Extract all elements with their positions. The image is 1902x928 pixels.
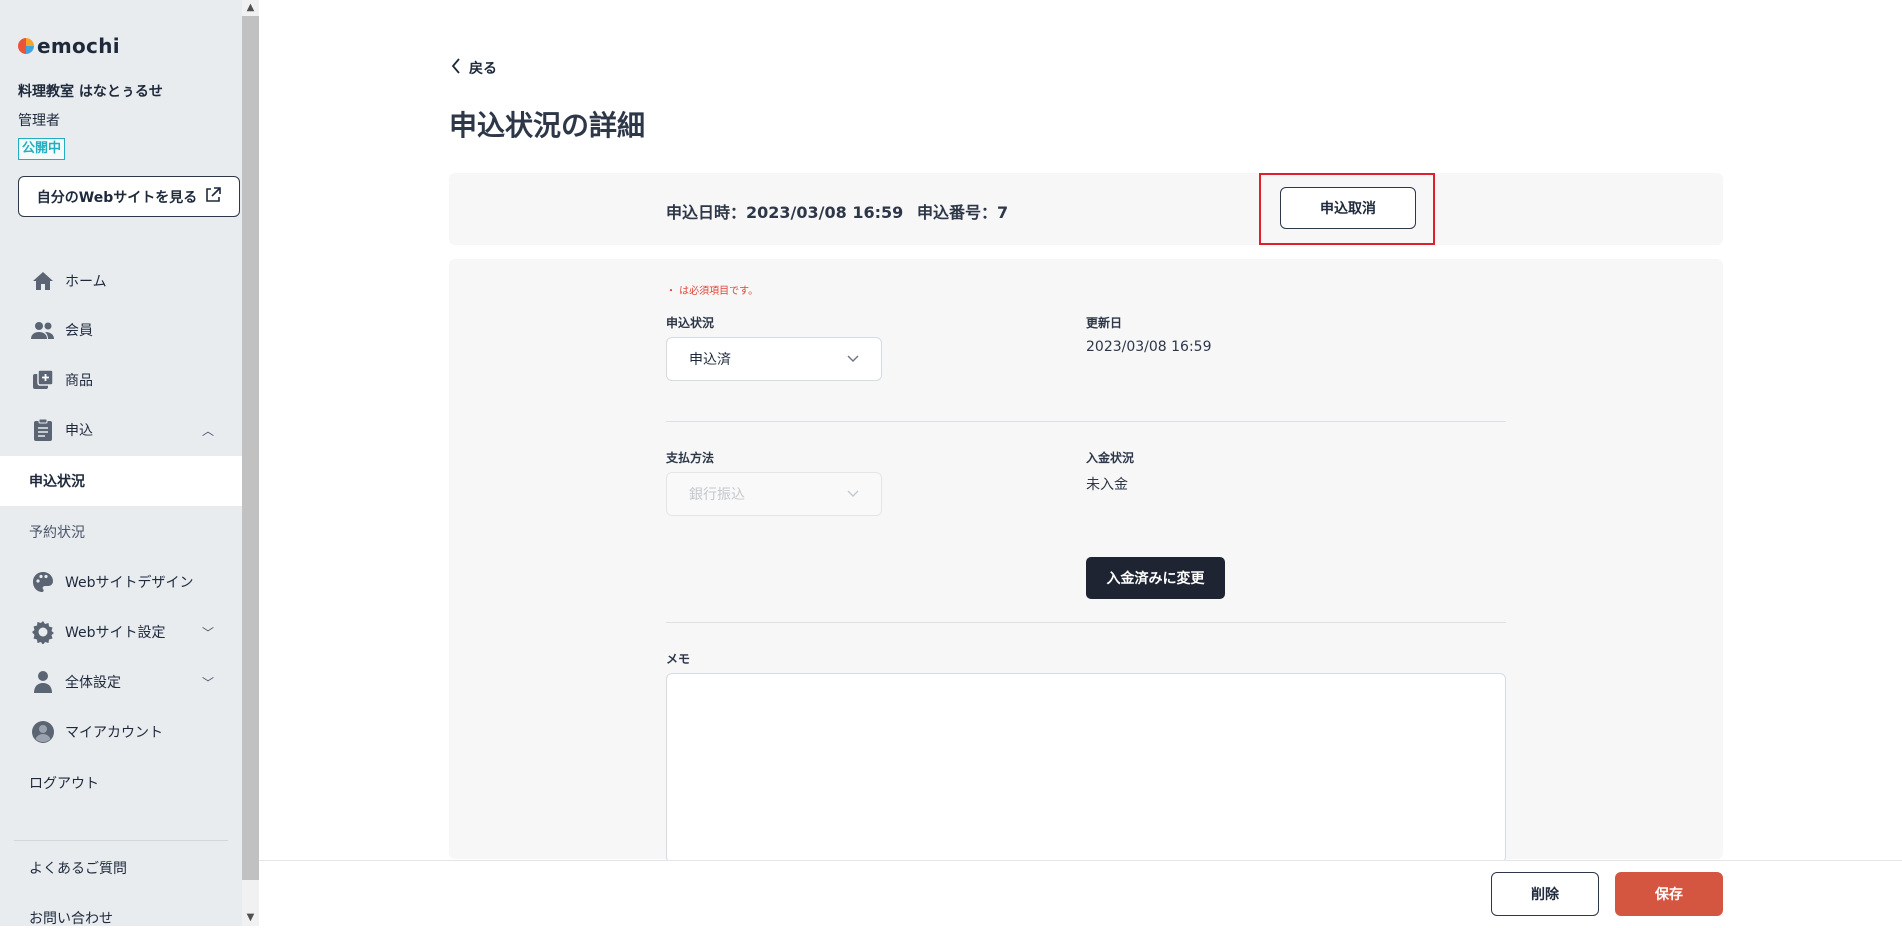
- sidebar-item-label: マイアカウント: [65, 725, 163, 741]
- sidebar-item-application-status[interactable]: 申込状況: [0, 456, 242, 506]
- chevron-down-icon: [847, 352, 859, 366]
- chevron-down-icon: ﹀: [201, 625, 214, 640]
- sidebar-item-label: 会員: [65, 323, 93, 339]
- sidebar-item-website-settings[interactable]: Webサイト設定 ﹀: [0, 610, 242, 654]
- members-icon: [31, 318, 55, 342]
- sidebar-divider: [14, 840, 228, 841]
- chevron-down-icon: ﹀: [201, 675, 214, 690]
- back-link[interactable]: 戻る: [451, 58, 497, 78]
- sidebar-item-label: 予約状況: [29, 525, 85, 541]
- logo-mark-icon: [18, 38, 34, 54]
- school-name: 料理教室 はなとぅるせ: [18, 84, 163, 100]
- sidebar-item-label: 全体設定: [65, 675, 121, 691]
- page-title: 申込状況の詳細: [449, 109, 646, 142]
- memo-label: メモ: [666, 652, 691, 666]
- view-website-button[interactable]: 自分のWebサイトを見る: [18, 176, 240, 217]
- sidebar: emochi 料理教室 はなとぅるせ 管理者 公開中 自分のWebサイトを見る …: [0, 0, 242, 928]
- faq-link[interactable]: よくあるご質問: [29, 858, 127, 878]
- sidebar-scrollbar[interactable]: ▲ ▼: [242, 0, 259, 926]
- sidebar-item-website-design[interactable]: Webサイトデザイン: [0, 560, 242, 604]
- application-date: 申込日時：2023/03/08 16:59: [666, 203, 904, 222]
- chevron-down-icon: [847, 487, 859, 501]
- sidebar-item-label: 申込状況: [29, 474, 85, 490]
- sidebar-item-label: Webサイト設定: [65, 625, 166, 641]
- user-role: 管理者: [18, 113, 60, 129]
- scrollbar-thumb[interactable]: [242, 16, 259, 880]
- home-icon: [31, 269, 55, 293]
- palette-icon: [31, 570, 55, 594]
- sidebar-item-general-settings[interactable]: 全体設定 ﹀: [0, 660, 242, 704]
- sidebar-item-products[interactable]: 商品: [0, 358, 242, 402]
- sidebar-item-label: ログアウト: [29, 776, 99, 792]
- payment-method-label: 支払方法: [666, 451, 715, 465]
- cancel-application-button[interactable]: 申込取消: [1280, 187, 1416, 229]
- sidebar-item-members[interactable]: 会員: [0, 308, 242, 352]
- view-website-label: 自分のWebサイトを見る: [36, 189, 198, 206]
- updated-label: 更新日: [1086, 316, 1123, 330]
- sidebar-item-reservation-status[interactable]: 予約状況: [0, 507, 242, 557]
- products-icon: [31, 368, 55, 392]
- delete-button[interactable]: 削除: [1491, 872, 1599, 916]
- sidebar-item-label: 申込: [65, 423, 93, 439]
- chevron-left-icon: [451, 58, 461, 78]
- logo[interactable]: emochi: [18, 34, 120, 58]
- status-select-value: 申込済: [689, 352, 731, 368]
- payment-method-value: 銀行振込: [689, 487, 745, 503]
- logo-text: emochi: [37, 34, 120, 58]
- scroll-up-icon[interactable]: ▲: [242, 0, 259, 16]
- section-divider: [666, 622, 1506, 623]
- sidebar-item-label: ホーム: [65, 274, 107, 290]
- payment-status-label: 入金状況: [1086, 451, 1135, 465]
- back-label: 戻る: [469, 61, 497, 77]
- payment-method-select: 銀行振込: [666, 472, 882, 516]
- sidebar-item-my-account[interactable]: マイアカウント: [0, 710, 242, 754]
- sidebar-item-label: Webサイトデザイン: [65, 575, 194, 591]
- clipboard-icon: [31, 418, 55, 442]
- contact-link[interactable]: お問い合わせ: [29, 908, 113, 928]
- status-label: 申込状況: [666, 316, 715, 330]
- status-badge: 公開中: [18, 138, 66, 160]
- sidebar-item-label: 商品: [65, 373, 93, 389]
- account-icon: [31, 720, 55, 744]
- external-link-icon: [205, 186, 222, 207]
- chevron-up-icon: ︿: [201, 423, 214, 438]
- save-button[interactable]: 保存: [1615, 872, 1723, 916]
- payment-status-value: 未入金: [1086, 477, 1128, 493]
- scroll-down-icon[interactable]: ▼: [242, 910, 259, 926]
- gear-icon: [31, 620, 55, 644]
- updated-value: 2023/03/08 16:59: [1086, 339, 1212, 355]
- application-number: 申込番号：7: [917, 203, 1009, 222]
- status-select[interactable]: 申込済: [666, 337, 882, 381]
- memo-textarea[interactable]: [666, 673, 1506, 863]
- application-info-bar: [449, 173, 1723, 245]
- section-divider: [666, 421, 1506, 422]
- sidebar-item-home[interactable]: ホーム: [0, 259, 242, 303]
- required-note: ・ は必須項目です。: [666, 286, 759, 297]
- sidebar-item-applications[interactable]: 申込 ︿: [0, 408, 242, 452]
- mark-paid-button[interactable]: 入金済みに変更: [1086, 557, 1225, 599]
- sidebar-item-logout[interactable]: ログアウト: [0, 758, 242, 808]
- person-icon: [31, 670, 55, 694]
